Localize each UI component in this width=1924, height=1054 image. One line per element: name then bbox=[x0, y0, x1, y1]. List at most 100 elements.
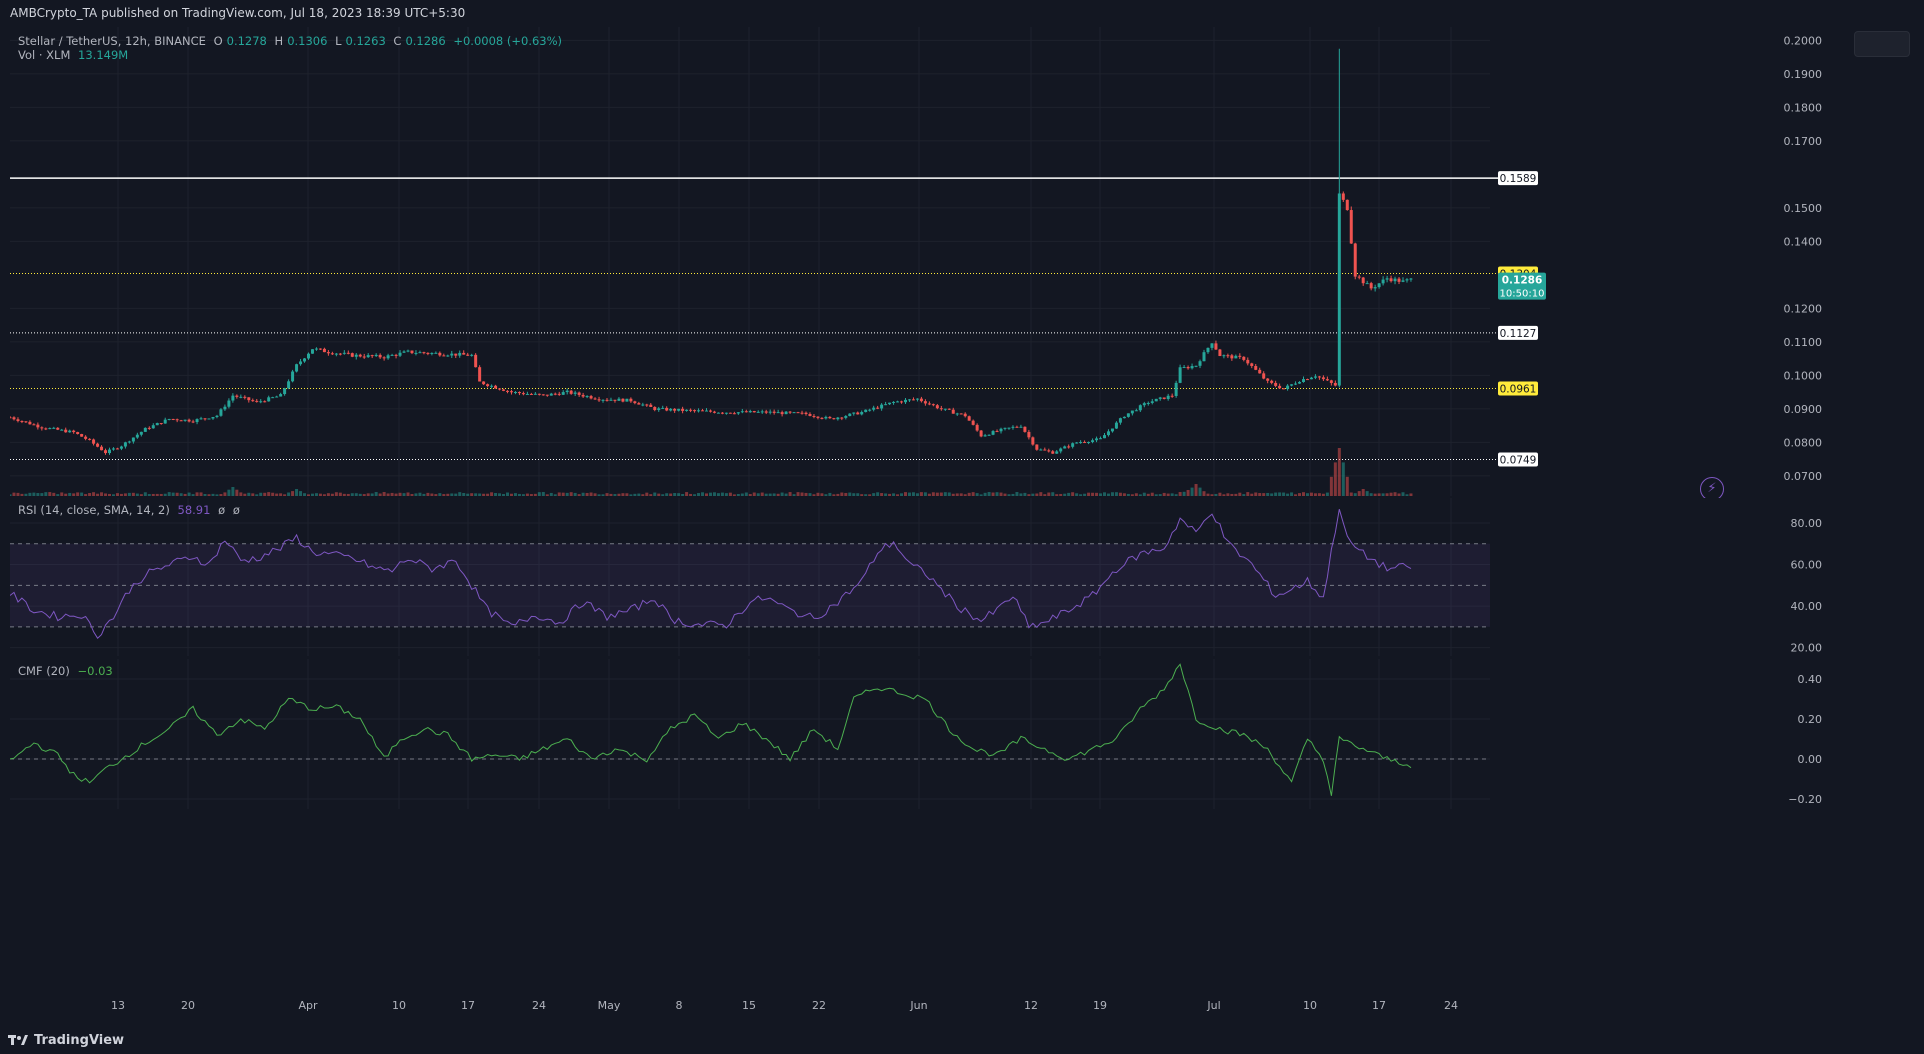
volume-bar bbox=[358, 493, 362, 496]
volume-bar bbox=[553, 494, 557, 496]
candle-body bbox=[211, 417, 215, 419]
volume-bar bbox=[410, 494, 414, 496]
volume-bar bbox=[235, 489, 239, 496]
candle-body bbox=[529, 393, 533, 395]
candle-body bbox=[764, 411, 768, 413]
volume-bar bbox=[1317, 493, 1321, 496]
time-tick-label: 10 bbox=[392, 999, 406, 1012]
candle-body bbox=[1238, 355, 1242, 357]
candle-body bbox=[1369, 283, 1373, 289]
volume-bar bbox=[657, 493, 661, 496]
candle-body bbox=[995, 431, 999, 433]
volume-bar bbox=[537, 492, 541, 496]
volume-bar bbox=[147, 494, 151, 496]
close-value: 0.1286 bbox=[405, 34, 446, 48]
candle-body bbox=[394, 354, 398, 356]
volume-bar bbox=[96, 493, 100, 496]
volume-bar bbox=[585, 492, 589, 496]
candle-body bbox=[1266, 378, 1270, 381]
volume-bar bbox=[1067, 492, 1071, 496]
symbol-label[interactable]: Stellar / TetherUS, 12h, BINANCE bbox=[18, 34, 206, 48]
volume-bar bbox=[406, 492, 410, 496]
volume-bar bbox=[1059, 493, 1063, 496]
candle-body bbox=[1110, 428, 1114, 432]
candle-body bbox=[1091, 440, 1095, 443]
price-tick-label: 0.1500 bbox=[1784, 202, 1823, 215]
volume-bar bbox=[824, 494, 828, 496]
candle-body bbox=[888, 402, 892, 405]
low-label: L bbox=[335, 34, 342, 48]
volume-bar bbox=[911, 492, 915, 496]
candle-body bbox=[517, 392, 521, 394]
volume-bar bbox=[943, 492, 947, 496]
volume-bar bbox=[414, 493, 418, 496]
candle-body bbox=[641, 404, 645, 406]
volume-bar bbox=[263, 492, 267, 496]
volume-bar bbox=[808, 493, 812, 496]
candle-body bbox=[362, 356, 366, 358]
candle-body bbox=[187, 419, 191, 422]
volume-bar bbox=[1075, 493, 1079, 496]
candle-body bbox=[577, 392, 581, 395]
candle-body bbox=[987, 434, 991, 436]
volume-bar bbox=[1405, 494, 1409, 496]
price-chart[interactable]: 0.2000 0.1900 0.1800 0.1700 0.1500 0.1400 0.12… bbox=[10, 27, 1825, 496]
volume-bar bbox=[474, 493, 478, 496]
candle-body bbox=[295, 364, 299, 372]
volume-bar bbox=[1162, 492, 1166, 496]
volume-bar bbox=[1278, 492, 1282, 496]
price-tick-label: 0.1800 bbox=[1784, 101, 1823, 114]
candle-body bbox=[474, 354, 478, 368]
volume-bar bbox=[748, 494, 752, 496]
candle-body bbox=[1114, 422, 1118, 429]
candle-body bbox=[836, 417, 840, 420]
volume-bar bbox=[402, 493, 406, 496]
candle-body bbox=[183, 419, 187, 421]
volume-bar bbox=[318, 493, 322, 496]
rsi-chart[interactable]: 80.00 60.00 40.00 20.00 bbox=[10, 498, 1825, 656]
volume-bar bbox=[52, 492, 56, 496]
volume-bar bbox=[744, 492, 748, 496]
candle-body bbox=[10, 417, 12, 419]
volume-bar bbox=[876, 492, 880, 496]
volume-bar bbox=[1226, 493, 1230, 496]
volume-bar bbox=[1298, 493, 1302, 496]
candle-body bbox=[860, 412, 864, 415]
candle-body bbox=[971, 420, 975, 425]
volume-bar bbox=[199, 492, 203, 496]
time-axis[interactable]: 13 20 Apr 10 17 24 May 8 15 22 Jun 12 19 Jul 10 17 24 bbox=[0, 994, 1924, 1016]
volume-bar bbox=[1329, 476, 1333, 496]
volume-bar bbox=[1047, 492, 1051, 496]
time-tick-label: 20 bbox=[181, 999, 195, 1012]
candle-body bbox=[279, 394, 283, 397]
price-tick-label: 0.0800 bbox=[1784, 436, 1823, 449]
volume-label[interactable]: Vol · XLM bbox=[18, 48, 70, 62]
volume-bar bbox=[601, 494, 605, 496]
volume-bar bbox=[872, 493, 876, 496]
chart-menu-button[interactable] bbox=[1854, 31, 1910, 57]
volume-bar bbox=[203, 493, 207, 496]
candle-body bbox=[633, 401, 637, 404]
cmf-chart[interactable]: 0.40 0.20 0.00 −0.20 bbox=[10, 659, 1825, 809]
candle-body bbox=[330, 353, 334, 355]
candle-body bbox=[1138, 405, 1142, 411]
candle-body bbox=[657, 408, 661, 411]
volume-bar bbox=[868, 494, 872, 496]
price-tick-label: 0.1900 bbox=[1784, 68, 1823, 81]
cmf-tick-label: −0.20 bbox=[1788, 793, 1822, 806]
candle-body bbox=[1106, 431, 1110, 436]
rsi-label[interactable]: RSI (14, close, SMA, 14, 2) bbox=[18, 503, 170, 517]
candle-body bbox=[151, 425, 155, 429]
candle-body bbox=[40, 427, 44, 429]
volume-bar bbox=[955, 493, 959, 496]
candle-body bbox=[868, 409, 872, 411]
candle-body bbox=[127, 441, 131, 443]
volume-bar bbox=[712, 492, 716, 496]
cmf-label[interactable]: CMF (20) bbox=[18, 664, 70, 678]
volume-bar bbox=[1369, 493, 1373, 496]
candle-body bbox=[382, 357, 386, 359]
time-tick-label: 17 bbox=[1372, 999, 1386, 1012]
volume-bar bbox=[573, 492, 577, 496]
candle-body bbox=[1218, 349, 1222, 357]
open-label: O bbox=[213, 34, 223, 48]
